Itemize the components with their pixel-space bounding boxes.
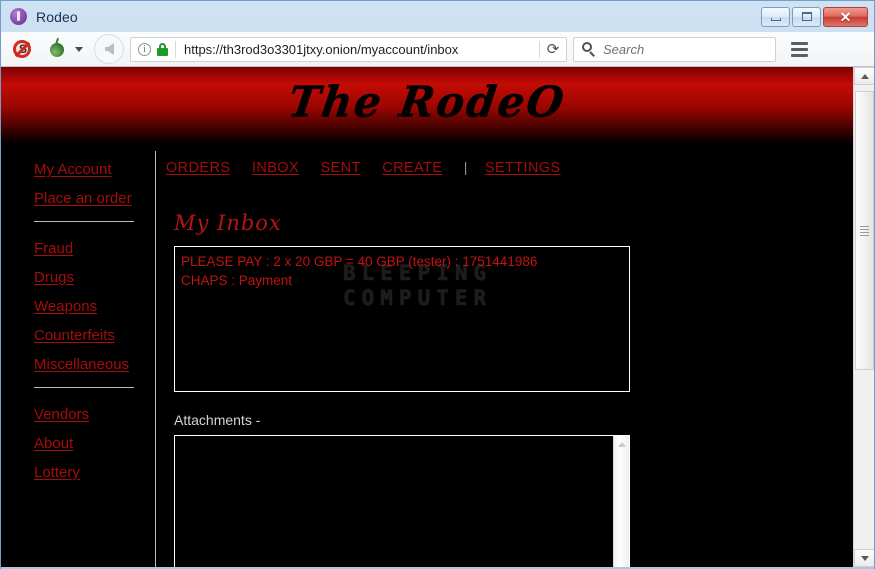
scroll-up-icon (861, 74, 869, 79)
close-button[interactable]: ✕ (823, 7, 868, 27)
scroll-down-button[interactable] (854, 549, 874, 567)
nav-separator: | (464, 159, 468, 175)
back-arrow-icon (105, 43, 114, 55)
sidebar-item-place-an-order[interactable]: Place an order (34, 190, 155, 207)
page-scrollbar[interactable] (853, 67, 874, 567)
address-bar[interactable]: i https://th3rod3o3301jtxy.onion/myaccou… (130, 37, 567, 62)
close-icon: ✕ (840, 10, 852, 24)
nav-inbox[interactable]: INBOX (252, 160, 299, 176)
maximize-button[interactable] (792, 7, 821, 27)
nav-orders[interactable]: ORDERS (166, 160, 230, 176)
lock-icon (157, 43, 168, 56)
page-viewport: The RodeO My Account Place an order Frau… (1, 67, 874, 567)
web-page: The RodeO My Account Place an order Frau… (1, 67, 853, 567)
lock-body (157, 48, 168, 56)
main-column: ORDERS INBOX SENT CREATE | SETTINGS My I… (156, 145, 853, 567)
noscript-icon[interactable]: S (13, 39, 33, 59)
onion-bulb (50, 43, 64, 57)
attachments-label: Attachments - (174, 412, 853, 428)
site-banner: The RodeO (1, 67, 853, 145)
menu-bar-1 (791, 42, 808, 45)
hamburger-menu-icon[interactable] (784, 35, 814, 63)
browser-window: Rodeo ✕ S i (0, 0, 875, 569)
rodeo-favicon-icon (10, 8, 27, 25)
url-text[interactable]: https://th3rod3o3301jtxy.onion/myaccount… (184, 42, 539, 57)
sidebar-item-vendors[interactable]: Vendors (34, 406, 155, 423)
menu-bar-2 (791, 48, 808, 51)
sidebar-item-my-account[interactable]: My Account (34, 161, 155, 178)
search-handle (589, 51, 595, 57)
sidebar-item-counterfeits[interactable]: Counterfeits (34, 327, 155, 344)
tor-onion-icon[interactable] (47, 38, 69, 60)
maximize-icon (802, 12, 812, 21)
nav-sent[interactable]: SENT (320, 160, 360, 176)
window-controls: ✕ (761, 7, 868, 27)
sidebar-item-weapons[interactable]: Weapons (34, 298, 155, 315)
sidebar-item-lottery[interactable]: Lottery (34, 464, 155, 481)
chevron-down-icon[interactable] (75, 47, 83, 52)
title-bar: Rodeo ✕ (1, 1, 874, 32)
attachments-scrollbar[interactable] (613, 436, 629, 567)
sidebar-divider-1 (34, 221, 134, 222)
page-content: My Account Place an order Fraud Drugs We… (1, 145, 853, 567)
search-icon (582, 42, 596, 56)
nav-create[interactable]: CREATE (382, 160, 442, 176)
sidebar: My Account Place an order Fraud Drugs We… (1, 145, 155, 493)
address-divider (175, 41, 176, 58)
reload-icon[interactable]: ⟳ (540, 40, 566, 58)
top-navigation: ORDERS INBOX SENT CREATE | SETTINGS (156, 145, 853, 177)
minimize-button[interactable] (761, 7, 790, 27)
scroll-down-icon (861, 556, 869, 561)
minimize-icon (771, 18, 781, 21)
sidebar-item-drugs[interactable]: Drugs (34, 269, 155, 286)
sidebar-divider-2 (34, 387, 134, 388)
site-logo-title: The RodeO (1, 77, 853, 126)
sidebar-item-about[interactable]: About (34, 435, 155, 452)
site-info-icon[interactable]: i (138, 43, 151, 56)
search-input[interactable]: Search (603, 42, 644, 57)
message-line-1: PLEASE PAY : 2 x 20 GBP = 40 GBP (tester… (181, 252, 629, 271)
message-line-2: CHAPS : Payment (181, 271, 629, 290)
inbox-message-box[interactable]: BLEEPING COMPUTER PLEASE PAY : 2 x 20 GB… (174, 246, 630, 392)
browser-toolbar: S i https://th3rod3o3301jtxy.onion/myacc… (1, 32, 874, 67)
window-title: Rodeo (36, 9, 78, 25)
attachments-scroll-up-icon[interactable] (618, 442, 626, 447)
sidebar-item-fraud[interactable]: Fraud (34, 240, 155, 257)
back-button[interactable] (94, 34, 124, 64)
search-bar[interactable]: Search (573, 37, 776, 62)
page-title: My Inbox (174, 211, 853, 235)
sidebar-item-miscellaneous[interactable]: Miscellaneous (34, 356, 155, 373)
nav-settings[interactable]: SETTINGS (485, 160, 561, 176)
menu-bar-3 (791, 54, 808, 57)
scrollbar-thumb[interactable] (855, 91, 874, 370)
scrollbar-grip-icon (860, 226, 869, 236)
scroll-up-button[interactable] (854, 67, 874, 85)
attachments-box[interactable] (174, 435, 630, 567)
